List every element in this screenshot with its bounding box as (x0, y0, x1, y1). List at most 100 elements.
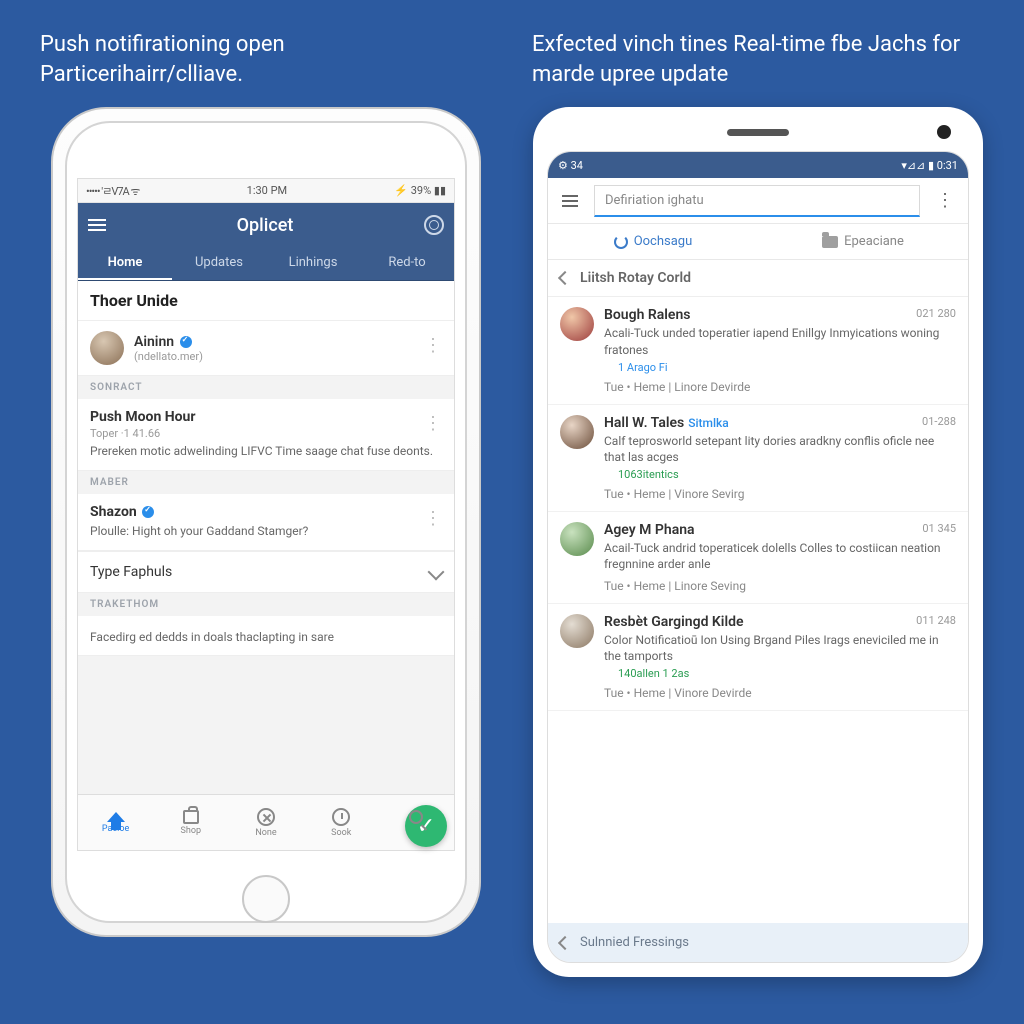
clock-icon (332, 808, 350, 826)
post-card[interactable]: ⋮ Shazon Ploulle: Hight oh your Gaddand … (78, 494, 454, 551)
chevron-left-icon (558, 936, 572, 950)
message-list[interactable]: Bough Ralens Acali-Tuck unded toperatier… (548, 297, 968, 923)
chevron-left-icon (558, 271, 572, 285)
item-time: 01 345 (922, 522, 956, 535)
group-maber: MABER (78, 471, 454, 494)
item-time: 011 248 (916, 614, 956, 627)
left-caption: Push notifirationing open Particerihairr… (30, 20, 502, 107)
carrier-signal: ••••• 'ㄹV7A ᯤ (86, 183, 139, 199)
android-status-bar: ⚙ 34 ▾⊿⊿ ▮ 0:31 (548, 152, 968, 178)
overflow-icon[interactable]: ⋮ (928, 182, 962, 219)
user-handle: (ndellato.mer) (134, 350, 203, 363)
item-name: Bough Ralens (604, 307, 956, 323)
search-input[interactable]: Defiriation ighatu (594, 185, 920, 217)
status-left: ⚙ 34 (558, 159, 583, 172)
post-meta: Toper ·1 41.66 (90, 427, 442, 440)
item-time: 021 280 (916, 307, 956, 320)
item-message: Acali-Tuck unded toperatier iapend Enill… (604, 325, 956, 357)
bag-icon (183, 810, 199, 824)
list-item[interactable]: Agey M Phana Acail-Tuck andrid toperatic… (548, 512, 968, 603)
more-icon[interactable]: ⋮ (424, 335, 442, 356)
post-card[interactable]: ⋮ Push Moon Hour Toper ·1 41.66 Prereken… (78, 399, 454, 471)
user-name: Aininn (134, 334, 203, 350)
home-button[interactable] (242, 875, 290, 923)
close-circle-icon (257, 808, 275, 826)
status-battery: ⚡ 39% ▮▮ (394, 184, 446, 197)
item-name: Agey M Phana (604, 522, 956, 538)
post-body: Ploulle: Hight oh your Gaddand Stamger? (90, 524, 442, 540)
tab-home[interactable]: Home (78, 247, 172, 280)
android-frame: ⚙ 34 ▾⊿⊿ ▮ 0:31 Defiriation ighatu ⋮ Ooc… (533, 107, 983, 977)
badge-icon: ✓ (604, 470, 614, 480)
list-item[interactable]: Hall W. TalesSitmlka Calf teprosworld se… (548, 405, 968, 512)
refresh-icon (614, 235, 628, 249)
bottom-tabbar: Pacioe Shop None Sook App (78, 794, 454, 850)
item-meta: Tue • Heme | Linore Seving (604, 579, 956, 593)
content-tabs: Oochsagu Epeaciane (548, 224, 968, 260)
item-meta: Tue • Heme | Vinore Sevirg (604, 487, 956, 501)
item-subinfo: ✓140allen 1 2as (604, 667, 956, 680)
front-camera-icon (937, 125, 951, 139)
folder-icon (822, 236, 838, 248)
item-time: 01-288 (922, 415, 956, 428)
list-item[interactable]: Bough Ralens Acali-Tuck unded toperatier… (548, 297, 968, 404)
navbar-title: Oplicet (237, 215, 294, 236)
avatar[interactable] (90, 331, 124, 365)
more-icon[interactable]: ⋮ (424, 413, 442, 434)
list-item[interactable]: Resbèt Gargingd Kilde Color Notificatioū… (548, 604, 968, 711)
top-tabs: Home Updates Linhings Red-to (78, 247, 454, 281)
avatar[interactable] (560, 415, 594, 449)
list-footer[interactable]: Sulnnied Fressings (548, 923, 968, 962)
avatar[interactable] (560, 307, 594, 341)
tab-redto[interactable]: Red-to (360, 247, 454, 280)
item-subinfo: ▶1 Arago Fi (604, 361, 956, 374)
item-name: Resbèt Gargingd Kilde (604, 614, 956, 630)
menu-icon[interactable] (554, 187, 586, 215)
android-screen: ⚙ 34 ▾⊿⊿ ▮ 0:31 Defiriation ighatu ⋮ Ooc… (547, 151, 969, 963)
item-message: Acail-Tuck andrid toperaticek dolells Co… (604, 540, 956, 572)
item-message: Calf teprosworld setepant lity dories ar… (604, 433, 956, 465)
item-name: Hall W. TalesSitmlka (604, 415, 956, 431)
post-body: Facedirg ed dedds in doals thaclapting i… (90, 630, 442, 646)
tabbar-none[interactable]: None (228, 795, 303, 850)
left-panel: Push notifirationing open Particerihairr… (30, 20, 502, 984)
tab-updates[interactable]: Updates (172, 247, 266, 280)
tab-oochsagu[interactable]: Oochsagu (548, 224, 758, 259)
dropdown-label: Type Faphuls (90, 564, 172, 580)
right-caption: Exfected vinch tines Real-time fbe Jachs… (522, 20, 994, 107)
badge-icon: ▶ (604, 362, 614, 372)
item-meta: Tue • Heme | Linore Devirde (604, 380, 956, 394)
tabbar-pacioe[interactable]: Pacioe (78, 795, 153, 850)
tab-linhings[interactable]: Linhings (266, 247, 360, 280)
post-author: Shazon (90, 504, 442, 520)
item-meta: Tue • Heme | Vinore Devirde (604, 686, 956, 700)
chevron-down-icon (428, 563, 445, 580)
tab-epeaciane[interactable]: Epeaciane (758, 224, 968, 259)
status-time: 1:30 PM (247, 184, 287, 197)
earpiece-icon (727, 129, 789, 136)
avatar[interactable] (560, 522, 594, 556)
feed-scroll[interactable]: Thoer Unide ⋮ Aininn (ndellato.mer) SONR… (78, 281, 454, 794)
ios-status-bar: ••••• 'ㄹV7A ᯤ 1:30 PM ⚡ 39% ▮▮ (78, 179, 454, 203)
section-title: Thoer Unide (78, 281, 454, 321)
right-panel: Exfected vinch tines Real-time fbe Jachs… (522, 20, 994, 984)
user-card[interactable]: ⋮ Aininn (ndellato.mer) (78, 321, 454, 376)
app-bar: Defiriation ighatu ⋮ (548, 178, 968, 224)
tabbar-sook[interactable]: Sook (304, 795, 379, 850)
avatar[interactable] (560, 614, 594, 648)
menu-icon[interactable] (88, 219, 106, 231)
app-navbar: Oplicet (78, 203, 454, 247)
iphone-screen: ••••• 'ㄹV7A ᯤ 1:30 PM ⚡ 39% ▮▮ Oplicet H… (77, 178, 455, 851)
globe-icon[interactable] (424, 215, 444, 235)
post-card[interactable]: Facedirg ed dedds in doals thaclapting i… (78, 616, 454, 657)
post-title: Push Moon Hour (90, 409, 442, 425)
post-body: Prereken motic adwelinding LIFVC Time sa… (90, 444, 442, 460)
item-message: Color Notificatioū Ion Using Brgand Pile… (604, 632, 956, 664)
more-icon[interactable]: ⋮ (424, 508, 442, 529)
footer-label: Sulnnied Fressings (580, 935, 689, 950)
tabbar-shop[interactable]: Shop (153, 795, 228, 850)
list-title: Liitsh Rotay Corld (580, 270, 691, 286)
badge-icon: ✓ (604, 668, 614, 678)
list-header[interactable]: Liitsh Rotay Corld (548, 260, 968, 297)
type-dropdown[interactable]: Type Faphuls (78, 551, 454, 593)
